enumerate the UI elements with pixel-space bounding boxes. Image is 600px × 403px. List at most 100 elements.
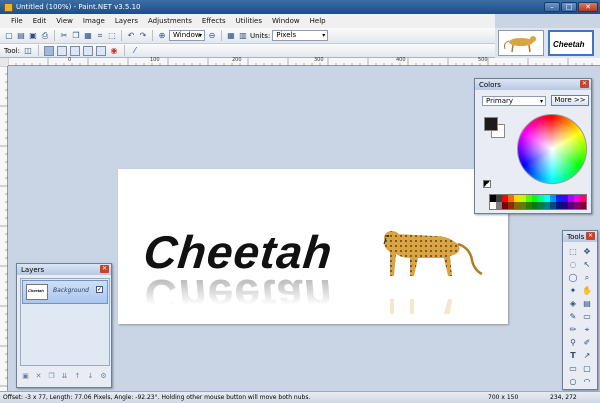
minimize-button[interactable]: –: [544, 2, 560, 12]
new-file-icon[interactable]: ▢: [4, 31, 14, 41]
layer-thumbnail-text: Cheetah: [28, 288, 44, 293]
move-selection-icon[interactable]: ✥: [581, 246, 593, 257]
ellipse-select-icon[interactable]: ◯: [567, 272, 579, 283]
clone-stamp-icon[interactable]: ⚲: [567, 337, 579, 348]
colors-window-header[interactable]: Colors ✕: [475, 79, 591, 90]
pencil-icon[interactable]: ✏: [567, 324, 579, 335]
gradient-icon[interactable]: ▤: [581, 298, 593, 309]
image-thumbnail-active[interactable]: Cheetah: [548, 30, 594, 56]
maximize-button[interactable]: □: [561, 2, 577, 12]
primary-color-swatch[interactable]: [484, 117, 498, 131]
antialias-icon[interactable]: ⁄: [130, 46, 140, 56]
tools-grid: ⬚ ✥ ◌ ↖ ◯ ⌕ ✦ ✋ ◈ ▤ ✎ ▭ ✏ ⌖ ⚲ ✐ T ↗ ▭ ▢ …: [563, 242, 597, 391]
menu-effects[interactable]: Effects: [197, 17, 231, 25]
move-selected-icon[interactable]: ↖: [581, 259, 593, 270]
selection-mode-union[interactable]: [56, 45, 67, 56]
rounded-rectangle-icon[interactable]: ▢: [581, 363, 593, 374]
undo-icon[interactable]: ↶: [126, 31, 136, 41]
toolbar-separator: [221, 30, 222, 41]
move-layer-down-icon[interactable]: ↓: [86, 372, 95, 381]
save-icon[interactable]: ▣: [28, 31, 38, 41]
duplicate-layer-icon[interactable]: ❐: [47, 372, 56, 381]
color-palette[interactable]: [489, 194, 587, 210]
redo-icon[interactable]: ↷: [138, 31, 148, 41]
menu-layers[interactable]: Layers: [110, 17, 143, 25]
menu-adjustments[interactable]: Adjustments: [143, 17, 197, 25]
lasso-select-icon[interactable]: ◌: [567, 259, 579, 270]
text-icon[interactable]: T: [567, 350, 579, 361]
selection-mode-xor[interactable]: [82, 45, 93, 56]
color-mode-select[interactable]: Primary ▾: [482, 96, 546, 106]
close-icon[interactable]: ✕: [586, 232, 595, 240]
colors-window[interactable]: Colors ✕ Primary ▾ More >>: [474, 78, 592, 214]
menu-help[interactable]: Help: [305, 17, 331, 25]
rectangle-select-icon[interactable]: ⬚: [567, 246, 579, 257]
layer-properties-icon[interactable]: ⚙: [99, 372, 108, 381]
menu-image[interactable]: Image: [78, 17, 110, 25]
add-layer-icon[interactable]: ▣: [21, 372, 30, 381]
grid-icon[interactable]: ▦: [226, 31, 236, 41]
menu-utilities[interactable]: Utilities: [231, 17, 267, 25]
ruler-icon[interactable]: ▥: [238, 31, 248, 41]
tool-picker-icon[interactable]: ◫: [23, 46, 33, 56]
tools-window[interactable]: Tools ✕ ⬚ ✥ ◌ ↖ ◯ ⌕ ✦ ✋ ◈ ▤ ✎ ▭ ✏ ⌖ ⚲ ✐ …: [562, 230, 598, 390]
eraser-icon[interactable]: ▭: [581, 311, 593, 322]
layers-window-header[interactable]: Layers ✕: [17, 264, 111, 275]
selection-mode-intersect[interactable]: [95, 45, 106, 56]
zoom-icon[interactable]: ⌕: [581, 272, 593, 283]
menu-bar: File Edit View Image Layers Adjustments …: [0, 14, 495, 28]
crop-icon[interactable]: ⌗: [95, 31, 105, 41]
zoom-select[interactable]: Window ▾: [169, 30, 205, 41]
freeform-shape-icon[interactable]: ◠: [581, 376, 593, 387]
palette-swatch[interactable]: [580, 195, 586, 202]
recolor-icon[interactable]: ✐: [581, 337, 593, 348]
image-size: 700 x 150: [488, 394, 519, 401]
more-colors-button[interactable]: More >>: [551, 95, 589, 106]
layer-name: Background: [53, 287, 89, 294]
ruler-ticks: [0, 66, 8, 387]
toolbar-separator: [37, 45, 39, 56]
layer-row[interactable]: Cheetah Background ✓: [22, 280, 108, 304]
move-layer-up-icon[interactable]: ↑: [73, 372, 82, 381]
paint-bucket-icon[interactable]: ◈: [567, 298, 579, 309]
layer-actions: ▣ ✕ ❐ ⇊ ↑ ↓ ⚙: [21, 372, 108, 381]
layers-window[interactable]: Layers ✕ Cheetah Background ✓ ▣ ✕ ❐ ⇊ ↑ …: [16, 263, 112, 388]
menu-file[interactable]: File: [6, 17, 28, 25]
delete-layer-icon[interactable]: ✕: [34, 372, 43, 381]
layer-visibility-checkbox[interactable]: ✓: [96, 286, 103, 293]
paintbrush-icon[interactable]: ✎: [567, 311, 579, 322]
selection-mode-replace[interactable]: [43, 45, 54, 56]
tools-window-header[interactable]: Tools ✕: [563, 231, 597, 242]
close-button[interactable]: ✕: [578, 2, 598, 12]
open-folder-icon[interactable]: ▤: [16, 31, 26, 41]
menu-window[interactable]: Window: [267, 17, 305, 25]
zoom-in-icon[interactable]: ⊕: [157, 31, 167, 41]
color-wheel[interactable]: [517, 114, 587, 184]
image-canvas[interactable]: Cheetah Cheetah: [118, 169, 508, 324]
units-select[interactable]: Pixels ▾: [272, 30, 329, 41]
copy-icon[interactable]: ❐: [71, 31, 81, 41]
palette-swatch[interactable]: [580, 202, 586, 209]
ellipse-icon[interactable]: ○: [567, 376, 579, 387]
print-icon[interactable]: ⎙: [40, 31, 50, 41]
pan-icon[interactable]: ✋: [581, 285, 593, 296]
rectangle-icon[interactable]: ▭: [567, 363, 579, 374]
paste-icon[interactable]: ▦: [83, 31, 93, 41]
color-picker-icon[interactable]: ◉: [109, 46, 119, 56]
merge-layer-icon[interactable]: ⇊: [60, 372, 69, 381]
vertical-ruler: [0, 66, 8, 391]
menu-edit[interactable]: Edit: [28, 17, 52, 25]
close-icon[interactable]: ✕: [580, 80, 589, 88]
cut-icon[interactable]: ✂: [59, 31, 69, 41]
selection-mode-exclude[interactable]: [69, 45, 80, 56]
magic-wand-icon[interactable]: ✦: [567, 285, 579, 296]
color-picker-tool-icon[interactable]: ⌖: [581, 324, 593, 335]
close-icon[interactable]: ✕: [100, 265, 109, 273]
image-thumbnail[interactable]: [498, 30, 544, 56]
zoom-out-icon[interactable]: ⊖: [207, 31, 217, 41]
line-curve-icon[interactable]: ↗: [581, 350, 593, 361]
menu-view[interactable]: View: [51, 17, 78, 25]
deselect-icon[interactable]: ⬚: [107, 31, 117, 41]
app-icon: [4, 2, 13, 12]
reset-colors-icon[interactable]: [483, 180, 491, 188]
